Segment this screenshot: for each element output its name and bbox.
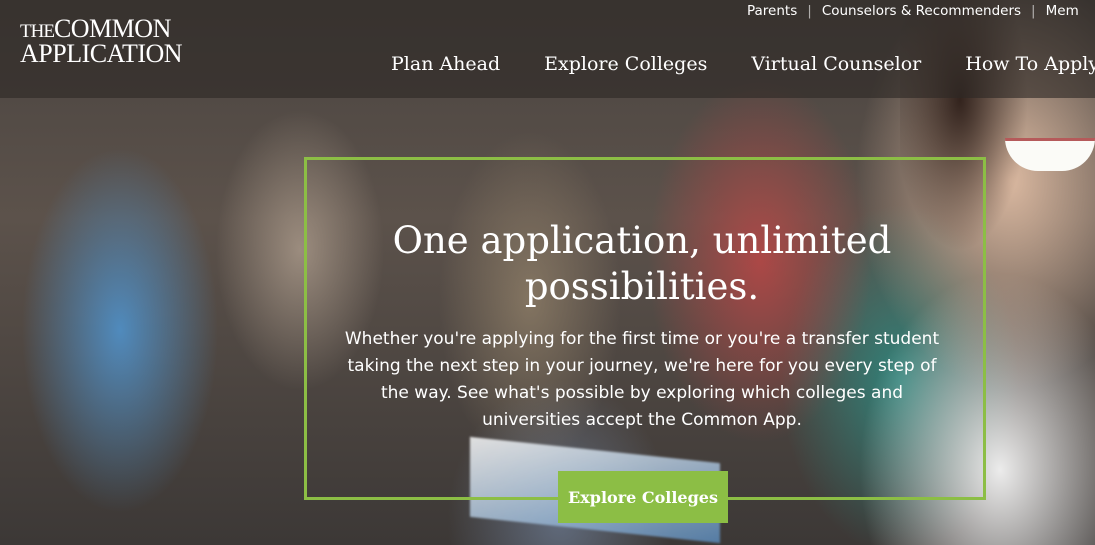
nav-plan-ahead[interactable]: Plan Ahead	[391, 53, 500, 75]
nav-explore-colleges[interactable]: Explore Colleges	[544, 53, 707, 75]
hero-description: Whether you're applying for the first ti…	[344, 329, 940, 430]
nav-virtual-counselor[interactable]: Virtual Counselor	[751, 53, 921, 75]
util-link-counselors[interactable]: Counselors & Recommenders	[822, 3, 1021, 19]
nav-how-to-apply[interactable]: How To Apply	[965, 53, 1095, 75]
explore-colleges-button[interactable]: Explore Colleges	[558, 471, 728, 523]
common-app-logo[interactable]: THECOMMON APPLICATION	[20, 16, 200, 67]
util-link-members[interactable]: Mem	[1046, 3, 1079, 19]
main-nav: Plan Ahead Explore Colleges Virtual Counse…	[391, 53, 1095, 75]
utility-nav: Parents | Counselors & Recommenders | Mem	[747, 3, 1079, 21]
hero-title: One application, unlimited possibilities…	[392, 219, 892, 308]
site-header: THECOMMON APPLICATION Parents | Counselors…	[0, 0, 1095, 98]
logo-line-2: APPLICATION	[20, 39, 183, 68]
separator: |	[807, 3, 812, 19]
separator: |	[1031, 3, 1036, 19]
util-link-parents[interactable]: Parents	[747, 3, 797, 19]
